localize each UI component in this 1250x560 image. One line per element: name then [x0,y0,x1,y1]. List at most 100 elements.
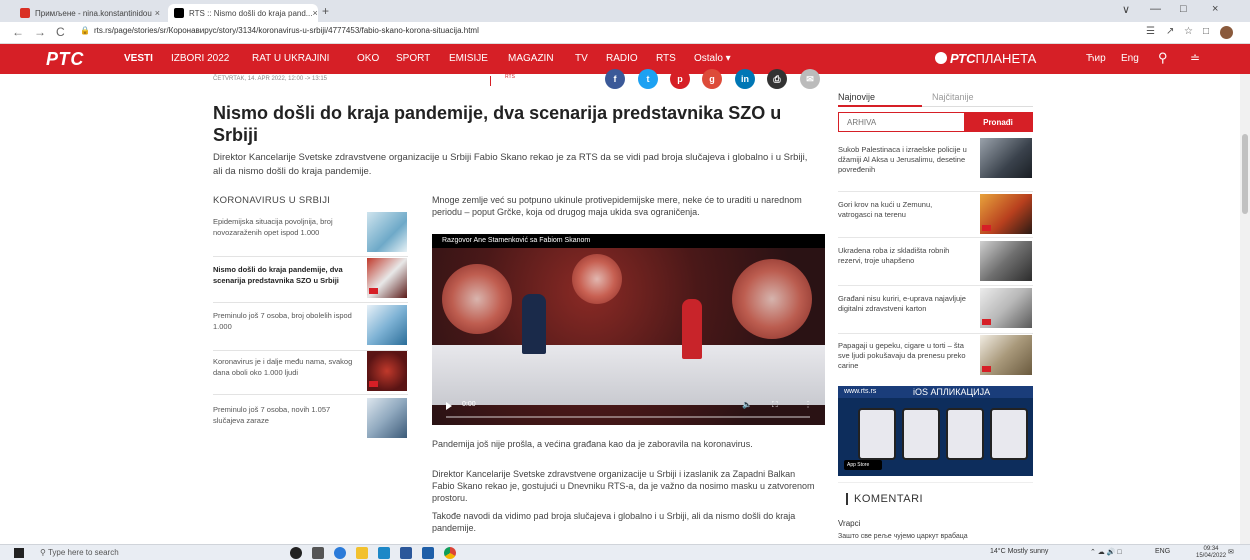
more-options-icon[interactable]: ⋮ [804,400,812,409]
page-scrollbar[interactable] [1240,74,1250,544]
related-item-2[interactable]: Nismo došli do kraja pandemije, dva scen… [213,264,357,286]
news-item[interactable]: Ukradena roba iz skladišta robnih rezerv… [838,246,968,266]
back-button[interactable]: ← [12,25,24,39]
email-icon[interactable]: ✉ [800,69,820,89]
nav-magazin[interactable]: MAGAZIN [508,53,554,64]
close-tab-icon[interactable]: × [312,8,317,18]
nav-emisije[interactable]: EMISIJE [449,53,488,64]
browser-tab-gmail[interactable]: Примљене - nina.konstantinidou × [14,4,166,22]
twitter-icon[interactable]: t [638,69,658,89]
nav-oko[interactable]: OKO [357,53,379,64]
notifications-icon[interactable]: ✉ [1228,548,1234,556]
task-view-icon[interactable] [312,547,324,559]
word-icon[interactable] [400,547,412,559]
play-icon[interactable] [446,402,452,410]
print-icon[interactable]: ⎙ [767,69,787,89]
translate-icon[interactable]: ☰ [1146,26,1155,37]
nav-sport[interactable]: SPORT [396,53,430,64]
related-item-1[interactable]: Epidemijska situacija povoljnija, broj n… [213,216,357,238]
forward-button[interactable]: → [34,25,46,39]
url-text: rts.rs/page/stories/sr/Коронавирус/story… [93,26,479,35]
news-item[interactable]: Sukob Palestinaca i izraelske policije u… [838,145,968,175]
comment-author[interactable]: Vrapci [838,519,860,528]
googleplus-icon[interactable]: g [702,69,722,89]
minimize-button[interactable]: — [1150,3,1161,15]
news-thumb[interactable] [980,241,1032,281]
volume-icon[interactable]: 🔈 [742,400,752,409]
related-thumb[interactable] [367,351,407,391]
lang-english[interactable]: Eng [1121,53,1139,64]
chrome-icon[interactable] [444,547,456,559]
rts-planeta-logo[interactable]: РТСПЛАНЕТА [935,51,1036,66]
profile-avatar[interactable] [1220,26,1233,39]
lock-icon: 🔒 [80,26,90,35]
news-thumb[interactable] [980,288,1032,328]
share-icon[interactable]: ↗ [1166,26,1174,37]
nav-izbori[interactable]: IZBORI 2022 [171,53,229,64]
video-camera-icon [982,225,991,231]
windows-start-icon[interactable] [14,548,24,558]
related-thumb[interactable] [367,398,407,438]
maximize-button[interactable]: □ [1180,3,1187,15]
outlook-icon[interactable] [422,547,434,559]
related-thumb[interactable] [367,305,407,345]
edge-icon[interactable] [334,547,346,559]
lang-cyrillic[interactable]: Ћир [1086,53,1106,64]
related-thumb[interactable] [367,212,407,252]
nav-vesti[interactable]: VESTI [124,53,153,64]
nav-rat-u-ukrajini[interactable]: RAT U UKRAJINI [252,53,329,64]
related-thumb[interactable] [367,258,407,298]
related-item-5[interactable]: Preminulo još 7 osoba, novih 1.057 sluča… [213,404,357,426]
url-field[interactable]: 🔒 rts.rs/page/stories/sr/Коронавирус/stor… [80,26,479,35]
scrollbar-thumb[interactable] [1242,134,1248,214]
video-player[interactable]: Razgovor Ane Stamenković sa Fabiom Skano… [432,234,825,425]
archive-input[interactable] [839,113,964,131]
file-explorer-icon[interactable] [356,547,368,559]
nav-radio[interactable]: RADIO [606,53,638,64]
close-tab-icon[interactable]: × [155,8,160,18]
nav-ostalo[interactable]: Ostalo ▾ [694,53,731,64]
related-item-4[interactable]: Koronavirus je i dalje među nama, svakog… [213,356,357,378]
archive-search-button[interactable]: Pronađi [964,113,1032,131]
news-item[interactable]: Gori krov na kući u Zemunu, vatrogasci n… [838,200,968,220]
reload-button[interactable]: C [56,25,65,39]
system-clock[interactable]: 09:34 15/04/2022 [1196,546,1226,560]
news-thumb[interactable] [980,194,1032,234]
video-progress[interactable] [446,416,810,418]
browser-tab-rts[interactable]: RTS :: Nismo došli do kraja pand... × [168,4,318,22]
search-icon[interactable]: ⚲ [1158,50,1168,66]
facebook-icon[interactable]: f [605,69,625,89]
news-thumb[interactable] [980,335,1032,375]
related-divider [213,394,408,395]
pinterest-icon[interactable]: p [670,69,690,89]
news-item[interactable]: Papagaji u gepeku, cigare u torti – šta … [838,341,968,371]
tab-search-icon[interactable]: ∨ [1122,3,1130,16]
share-source-label: RTS [505,74,515,80]
rss-icon[interactable]: ≐ [1190,51,1200,65]
new-tab-button[interactable]: + [322,4,329,18]
system-tray-icons[interactable]: ⌃ ☁ 🔊 □ [1090,548,1122,556]
nav-tv[interactable]: TV [575,53,588,64]
input-language[interactable]: ENG [1155,548,1170,555]
tab-latest[interactable]: Najnovije [838,92,875,102]
sidepanel-icon[interactable]: □ [1203,26,1209,37]
related-item-3[interactable]: Preminulo još 7 osoba, broj obolelih isp… [213,310,357,332]
news-item[interactable]: Građani nisu kuriri, e-uprava najavljuje… [838,294,968,314]
virus-graphic [442,264,512,334]
tab-most-read[interactable]: Najčitanije [932,92,974,102]
ios-app-banner[interactable]: www.rts.rs iOS АПЛИКАЦИЈА App Store [838,386,1033,476]
linkedin-icon[interactable]: in [735,69,755,89]
weather-widget[interactable]: 14°C Mostly sunny [990,548,1048,555]
bookmark-star-icon[interactable]: ☆ [1184,26,1193,37]
news-thumb[interactable] [980,138,1032,178]
taskbar-search[interactable]: ⚲ Type here to search [40,548,119,557]
rts-logo[interactable]: РТС [46,49,84,70]
store-icon[interactable] [378,547,390,559]
cortana-icon[interactable] [290,547,302,559]
phone-graphic [946,408,984,460]
fullscreen-icon[interactable]: ⛶ [772,400,778,410]
nav-rts[interactable]: RTS [656,53,676,64]
close-window-button[interactable]: × [1212,3,1218,15]
app-store-badge[interactable]: App Store [844,460,882,470]
planeta-dot-icon [935,52,947,64]
